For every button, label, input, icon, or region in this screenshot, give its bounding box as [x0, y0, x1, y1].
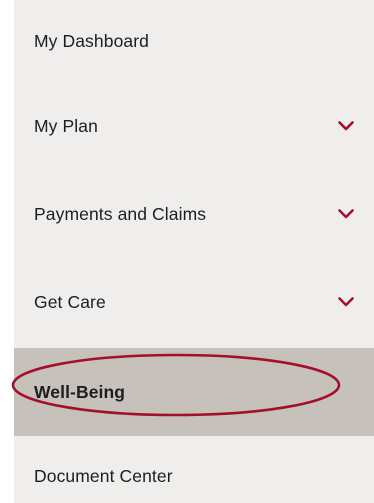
chevron-down-icon[interactable] [336, 119, 356, 133]
nav-item-label: Get Care [34, 291, 106, 312]
nav-item-label: My Dashboard [34, 30, 150, 51]
chevron-down-icon[interactable] [336, 207, 356, 221]
nav-item-my-plan[interactable]: My Plan [14, 82, 374, 170]
chevron-down-icon[interactable] [336, 295, 356, 309]
side-nav-menu: My Dashboard My Plan Payments and Claims… [14, 0, 374, 503]
nav-item-get-care[interactable]: Get Care [14, 258, 374, 346]
nav-item-label: My Plan [34, 115, 98, 136]
nav-item-label: Document Center [34, 466, 173, 486]
nav-item-label: Payments and Claims [34, 203, 207, 224]
nav-item-document-center[interactable]: Document Center [14, 436, 374, 503]
nav-item-label: Well-Being [34, 381, 126, 402]
nav-item-payments-and-claims[interactable]: Payments and Claims [14, 170, 374, 258]
nav-item-my-dashboard[interactable]: My Dashboard [14, 0, 374, 82]
nav-item-well-being[interactable]: Well-Being [14, 348, 374, 436]
